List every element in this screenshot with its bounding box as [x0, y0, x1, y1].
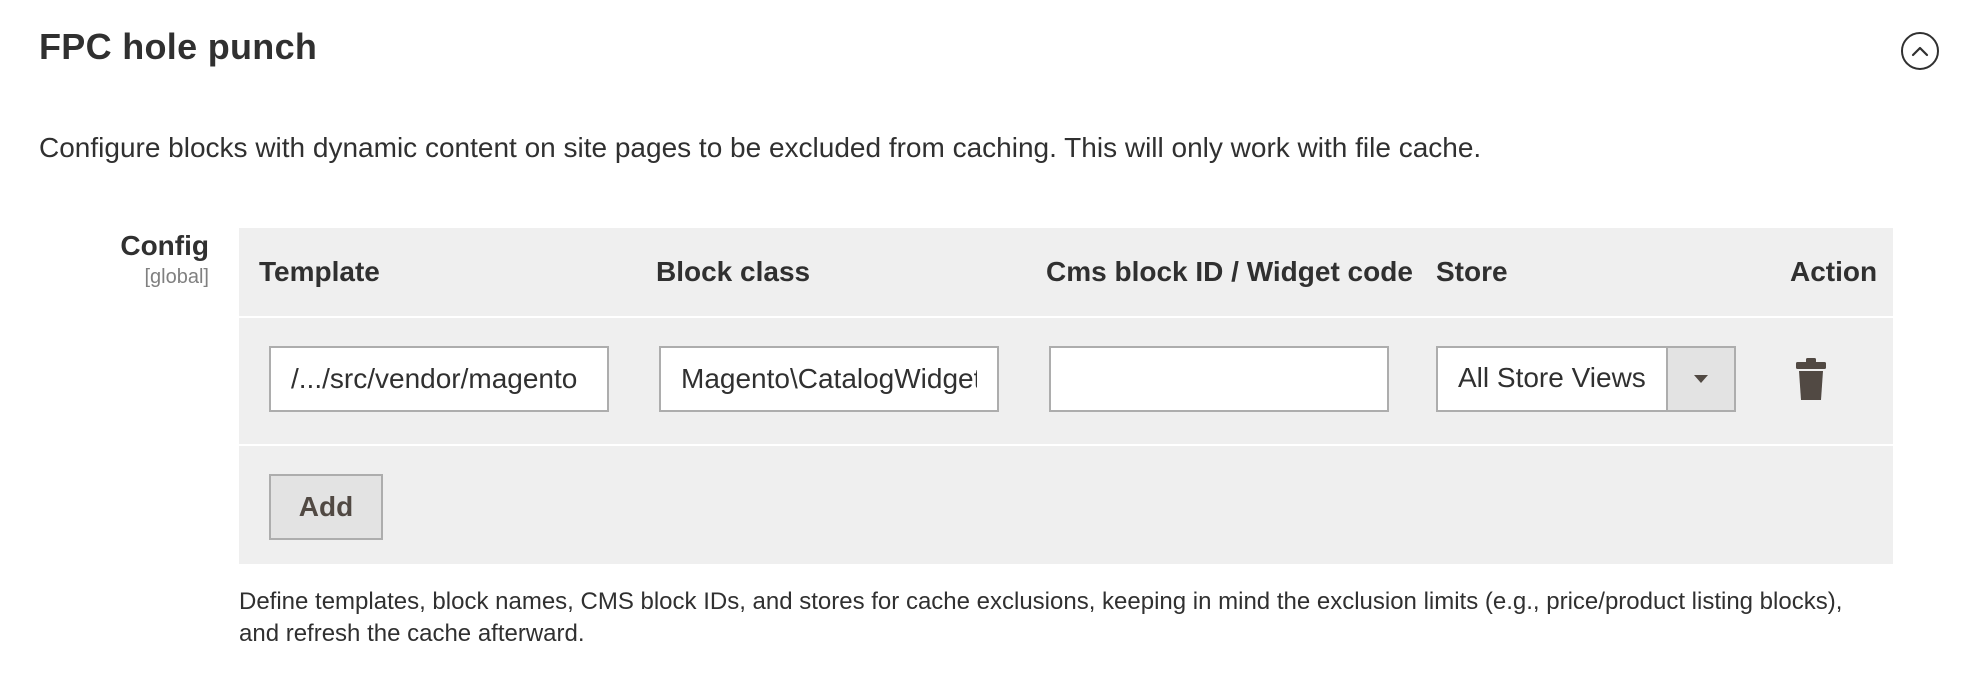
- trash-icon: [1796, 358, 1826, 400]
- column-header-template: Template: [259, 256, 380, 287]
- config-scope: [global]: [144, 266, 210, 288]
- block-class-input[interactable]: [659, 346, 999, 412]
- column-header-store: Store: [1436, 256, 1508, 287]
- config-label: Config: [120, 230, 209, 261]
- template-input[interactable]: [269, 346, 609, 412]
- column-header-cms-block-id: Cms block ID / Widget code: [1046, 256, 1413, 287]
- store-select[interactable]: All Store Views: [1436, 346, 1736, 412]
- section-title: FPC hole punch: [39, 26, 318, 67]
- field-note: Define templates, block names, CMS block…: [239, 588, 1843, 647]
- config-field-label: Config [global]: [39, 230, 209, 289]
- column-header-action: Action: [1790, 256, 1878, 287]
- section-header[interactable]: FPC hole punch: [39, 22, 1939, 78]
- cms-block-id-input[interactable]: [1049, 346, 1389, 412]
- dropdown-arrow-icon[interactable]: [1666, 348, 1734, 410]
- collapse-section-button[interactable]: [1901, 32, 1939, 70]
- add-row-button[interactable]: Add: [269, 474, 383, 540]
- table-row: All Store Views: [239, 318, 1893, 446]
- store-select-value: All Store Views: [1458, 362, 1646, 393]
- chevron-up-icon: [1911, 46, 1929, 57]
- grid-header: Template Block class Cms block ID / Widg…: [239, 228, 1893, 318]
- section-description: Configure blocks with dynamic content on…: [39, 132, 1482, 163]
- grid-footer: Add: [239, 446, 1893, 564]
- config-grid: Template Block class Cms block ID / Widg…: [239, 228, 1893, 564]
- delete-row-button[interactable]: [1791, 356, 1831, 402]
- column-header-block-class: Block class: [656, 256, 811, 287]
